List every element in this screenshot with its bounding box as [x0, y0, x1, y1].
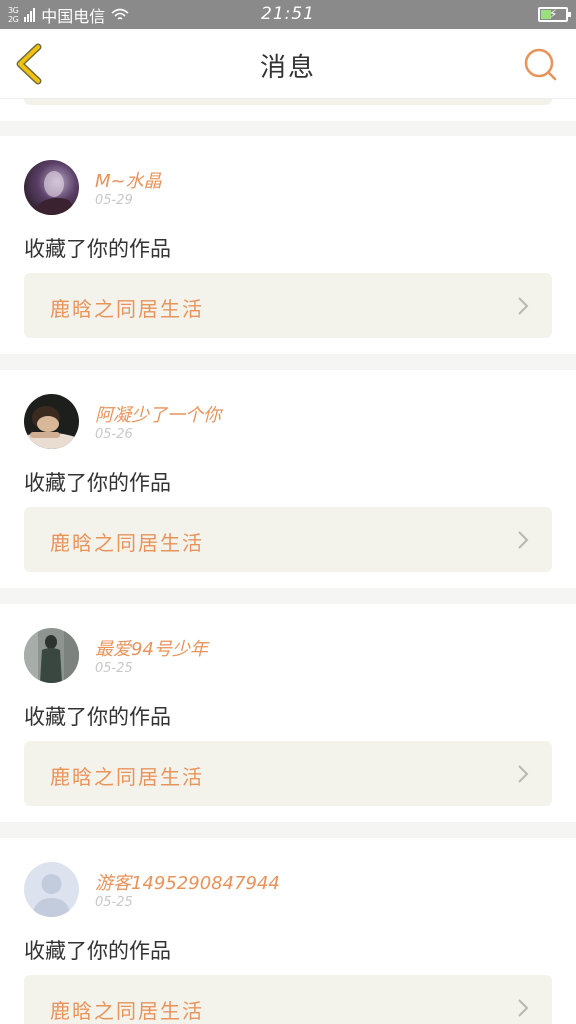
avatar[interactable] — [24, 394, 79, 449]
search-icon[interactable] — [522, 46, 558, 82]
username[interactable]: 游客1495290847944 — [95, 869, 280, 895]
previous-item-tail — [0, 99, 576, 121]
list-item: 游客1495290847944 05-25 收藏了你的作品 鹿晗之同居生活 — [0, 838, 576, 1024]
work-card[interactable]: 鹿晗之同居生活 — [24, 975, 552, 1024]
message-list: M~水晶 05-29 收藏了你的作品 鹿晗之同居生活 阿凝少了一个你 05-26… — [0, 99, 576, 1024]
username[interactable]: 最爱94号少年 — [95, 635, 208, 661]
list-item: 最爱94号少年 05-25 收藏了你的作品 鹿晗之同居生活 — [0, 604, 576, 822]
action-text: 收藏了你的作品 — [24, 705, 171, 729]
date: 05-25 — [95, 661, 133, 676]
work-title: 鹿晗之同居生活 — [50, 999, 204, 1023]
page-title: 消息 — [259, 53, 316, 83]
chevron-right-icon — [518, 531, 529, 549]
date: 05-29 — [95, 193, 133, 208]
chevron-right-icon — [518, 765, 529, 783]
work-title: 鹿晗之同居生活 — [50, 765, 204, 789]
avatar[interactable] — [24, 628, 79, 683]
date: 05-26 — [95, 427, 133, 442]
nav-bar: 消息 — [0, 29, 576, 99]
default-avatar-icon[interactable] — [24, 862, 79, 917]
work-title: 鹿晗之同居生活 — [50, 531, 204, 555]
list-item: 阿凝少了一个你 05-26 收藏了你的作品 鹿晗之同居生活 — [0, 370, 576, 588]
chevron-right-icon — [518, 999, 529, 1017]
work-card[interactable]: 鹿晗之同居生活 — [24, 273, 552, 338]
username[interactable]: 阿凝少了一个你 — [95, 401, 221, 427]
action-text: 收藏了你的作品 — [24, 471, 171, 495]
previous-work-card[interactable] — [24, 99, 552, 105]
chevron-right-icon — [518, 297, 529, 315]
list-item: M~水晶 05-29 收藏了你的作品 鹿晗之同居生活 — [0, 136, 576, 354]
work-card[interactable]: 鹿晗之同居生活 — [24, 507, 552, 572]
avatar[interactable] — [24, 160, 79, 215]
status-time: 21:51 — [261, 4, 315, 24]
action-text: 收藏了你的作品 — [24, 939, 171, 963]
status-bar: 3G 2G 中国电信 21:51 ⚡ — [0, 0, 576, 29]
work-title: 鹿晗之同居生活 — [50, 297, 204, 321]
battery-icon: ⚡ — [538, 7, 571, 22]
date: 05-25 — [95, 895, 133, 910]
username[interactable]: M~水晶 — [95, 167, 162, 193]
action-text: 收藏了你的作品 — [24, 237, 171, 261]
work-card[interactable]: 鹿晗之同居生活 — [24, 741, 552, 806]
